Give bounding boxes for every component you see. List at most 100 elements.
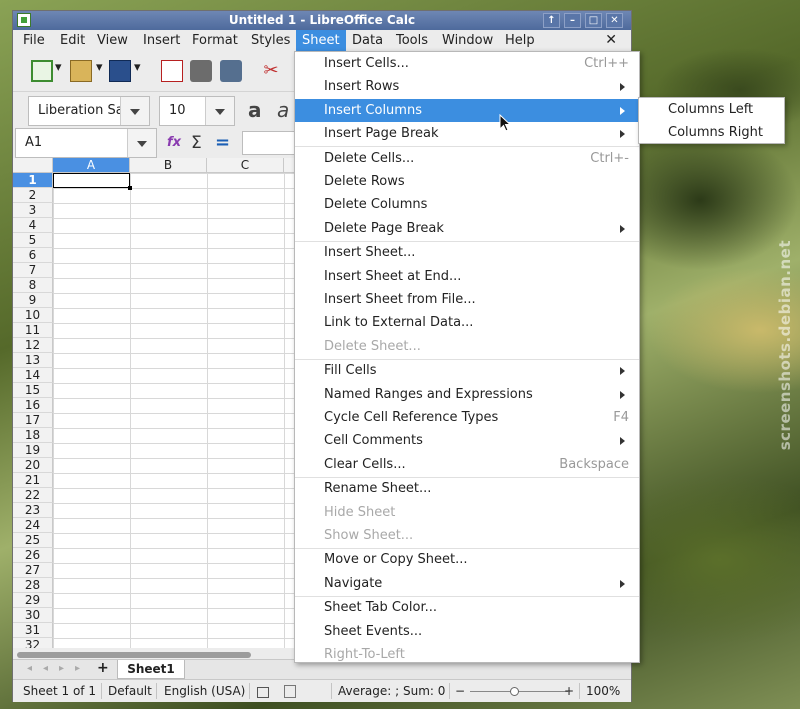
row-header[interactable]: 16 <box>13 398 53 413</box>
sheet-menu-item[interactable]: Insert Sheet... <box>295 241 639 264</box>
sheet-menu-item[interactable]: Named Ranges and Expressions <box>295 383 639 406</box>
row-header[interactable]: 30 <box>13 608 53 623</box>
sheet-menu-item[interactable]: Insert Sheet from File... <box>295 288 639 311</box>
name-box[interactable]: A1 <box>15 128 157 158</box>
row-header[interactable]: 25 <box>13 533 53 548</box>
sheet-menu-item[interactable]: Insert Sheet at End... <box>295 265 639 288</box>
title-bar[interactable]: Untitled 1 - LibreOffice Calc ↑ – □ ✕ <box>13 11 631 30</box>
next-sheet-icon[interactable]: ▸ <box>59 663 64 674</box>
row-header[interactable]: 1 <box>13 173 53 188</box>
row-header[interactable]: 22 <box>13 488 53 503</box>
row-header[interactable]: 29 <box>13 593 53 608</box>
row-header[interactable]: 23 <box>13 503 53 518</box>
menu-data[interactable]: Data <box>352 33 383 48</box>
save-dropdown-icon[interactable]: ▾ <box>134 60 142 82</box>
maximize-button[interactable]: □ <box>585 13 602 28</box>
row-header[interactable]: 8 <box>13 278 53 293</box>
font-size-dropdown-icon[interactable] <box>205 97 234 125</box>
menu-tools[interactable]: Tools <box>396 33 428 48</box>
corner-select-all[interactable] <box>13 158 53 173</box>
sheet-menu-item[interactable]: Cell Comments <box>295 429 639 452</box>
columns-right-item[interactable]: Columns Right <box>668 125 763 140</box>
formula-icon[interactable]: = <box>215 132 237 154</box>
shade-button[interactable]: ↑ <box>543 13 560 28</box>
row-header[interactable]: 28 <box>13 578 53 593</box>
add-sheet-icon[interactable]: + <box>97 660 109 676</box>
row-header[interactable]: 24 <box>13 518 53 533</box>
row-header[interactable]: 12 <box>13 338 53 353</box>
new-dropdown-icon[interactable]: ▾ <box>55 60 63 82</box>
page-style[interactable]: Default <box>108 684 152 698</box>
zoom-level[interactable]: 100% <box>586 684 620 698</box>
menu-sheet[interactable]: Sheet <box>296 30 346 52</box>
zoom-out-icon[interactable]: − <box>455 684 465 698</box>
menu-view[interactable]: View <box>97 33 128 48</box>
row-header[interactable]: 27 <box>13 563 53 578</box>
row-header[interactable]: 26 <box>13 548 53 563</box>
zoom-in-icon[interactable]: + <box>564 684 574 698</box>
sheet-menu-item[interactable]: Sheet Tab Color... <box>295 596 639 619</box>
sum-icon[interactable]: Σ <box>191 132 213 154</box>
row-header[interactable]: 5 <box>13 233 53 248</box>
row-header[interactable]: 18 <box>13 428 53 443</box>
font-name-dropdown-icon[interactable] <box>120 97 149 125</box>
font-name-combo[interactable]: Liberation Sans <box>28 96 150 126</box>
row-header[interactable]: 15 <box>13 383 53 398</box>
sheet-menu-item[interactable]: Rename Sheet... <box>295 477 639 500</box>
row-header[interactable]: 3 <box>13 203 53 218</box>
sheet-menu-item[interactable]: Delete Columns <box>295 193 639 216</box>
open-dropdown-icon[interactable]: ▾ <box>96 60 104 82</box>
row-header[interactable]: 20 <box>13 458 53 473</box>
minimize-button[interactable]: – <box>564 13 581 28</box>
menu-file[interactable]: File <box>23 33 45 48</box>
selection-mode-icon[interactable] <box>257 687 269 698</box>
bold-icon[interactable]: a <box>248 99 270 121</box>
sheet-menu-item[interactable]: Cycle Cell Reference Types F4 <box>295 406 639 429</box>
new-spreadsheet-icon[interactable] <box>31 60 53 82</box>
zoom-slider[interactable] <box>470 691 568 692</box>
row-header[interactable]: 31 <box>13 623 53 638</box>
open-folder-icon[interactable] <box>70 60 92 82</box>
row-header[interactable]: 6 <box>13 248 53 263</box>
row-header[interactable]: 17 <box>13 413 53 428</box>
menu-format[interactable]: Format <box>192 33 238 48</box>
horizontal-scrollbar[interactable] <box>17 652 251 658</box>
row-header[interactable]: 4 <box>13 218 53 233</box>
close-document-icon[interactable]: ✕ <box>605 32 617 48</box>
row-header[interactable]: 21 <box>13 473 53 488</box>
sheet-menu-item[interactable]: Navigate <box>295 572 639 595</box>
sheet-menu-item[interactable]: Clear Cells... Backspace <box>295 453 639 476</box>
first-sheet-icon[interactable]: ◂ <box>27 663 32 674</box>
sheet-menu-item[interactable]: Move or Copy Sheet... <box>295 548 639 571</box>
print-icon[interactable] <box>190 60 212 82</box>
row-header[interactable]: 32 <box>13 638 53 648</box>
sheet-menu-item[interactable]: Insert Columns <box>295 98 639 122</box>
columns-left-item[interactable]: Columns Left <box>668 102 753 117</box>
sheet-menu-item[interactable]: Link to External Data... <box>295 311 639 334</box>
sheet-tab-sheet1[interactable]: Sheet1 <box>117 660 185 679</box>
font-size-combo[interactable]: 10 <box>159 96 235 126</box>
menu-help[interactable]: Help <box>505 33 535 48</box>
export-pdf-icon[interactable] <box>161 60 183 82</box>
row-header[interactable]: 2 <box>13 188 53 203</box>
row-header[interactable]: 11 <box>13 323 53 338</box>
cut-icon[interactable]: ✂ <box>260 60 282 82</box>
sheet-menu-item[interactable]: Delete Rows <box>295 170 639 193</box>
prev-sheet-icon[interactable]: ◂ <box>43 663 48 674</box>
row-header[interactable]: 13 <box>13 353 53 368</box>
sheet-menu-item[interactable]: Insert Cells... Ctrl++ <box>295 52 639 75</box>
close-window-button[interactable]: ✕ <box>606 13 623 28</box>
sheet-menu-item[interactable]: Delete Page Break <box>295 217 639 240</box>
row-header[interactable]: 14 <box>13 368 53 383</box>
column-header-b[interactable]: B <box>130 158 207 173</box>
menu-edit[interactable]: Edit <box>60 33 85 48</box>
print-preview-icon[interactable] <box>220 60 242 82</box>
active-cell-a1[interactable] <box>53 173 132 190</box>
last-sheet-icon[interactable]: ▸ <box>75 663 80 674</box>
row-header[interactable]: 19 <box>13 443 53 458</box>
function-wizard-icon[interactable]: fx <box>167 132 189 154</box>
row-header[interactable]: 7 <box>13 263 53 278</box>
menu-styles[interactable]: Styles <box>251 33 290 48</box>
document-modified-icon[interactable] <box>284 685 296 698</box>
sheet-menu-item[interactable]: Delete Cells... Ctrl+- <box>295 147 639 170</box>
